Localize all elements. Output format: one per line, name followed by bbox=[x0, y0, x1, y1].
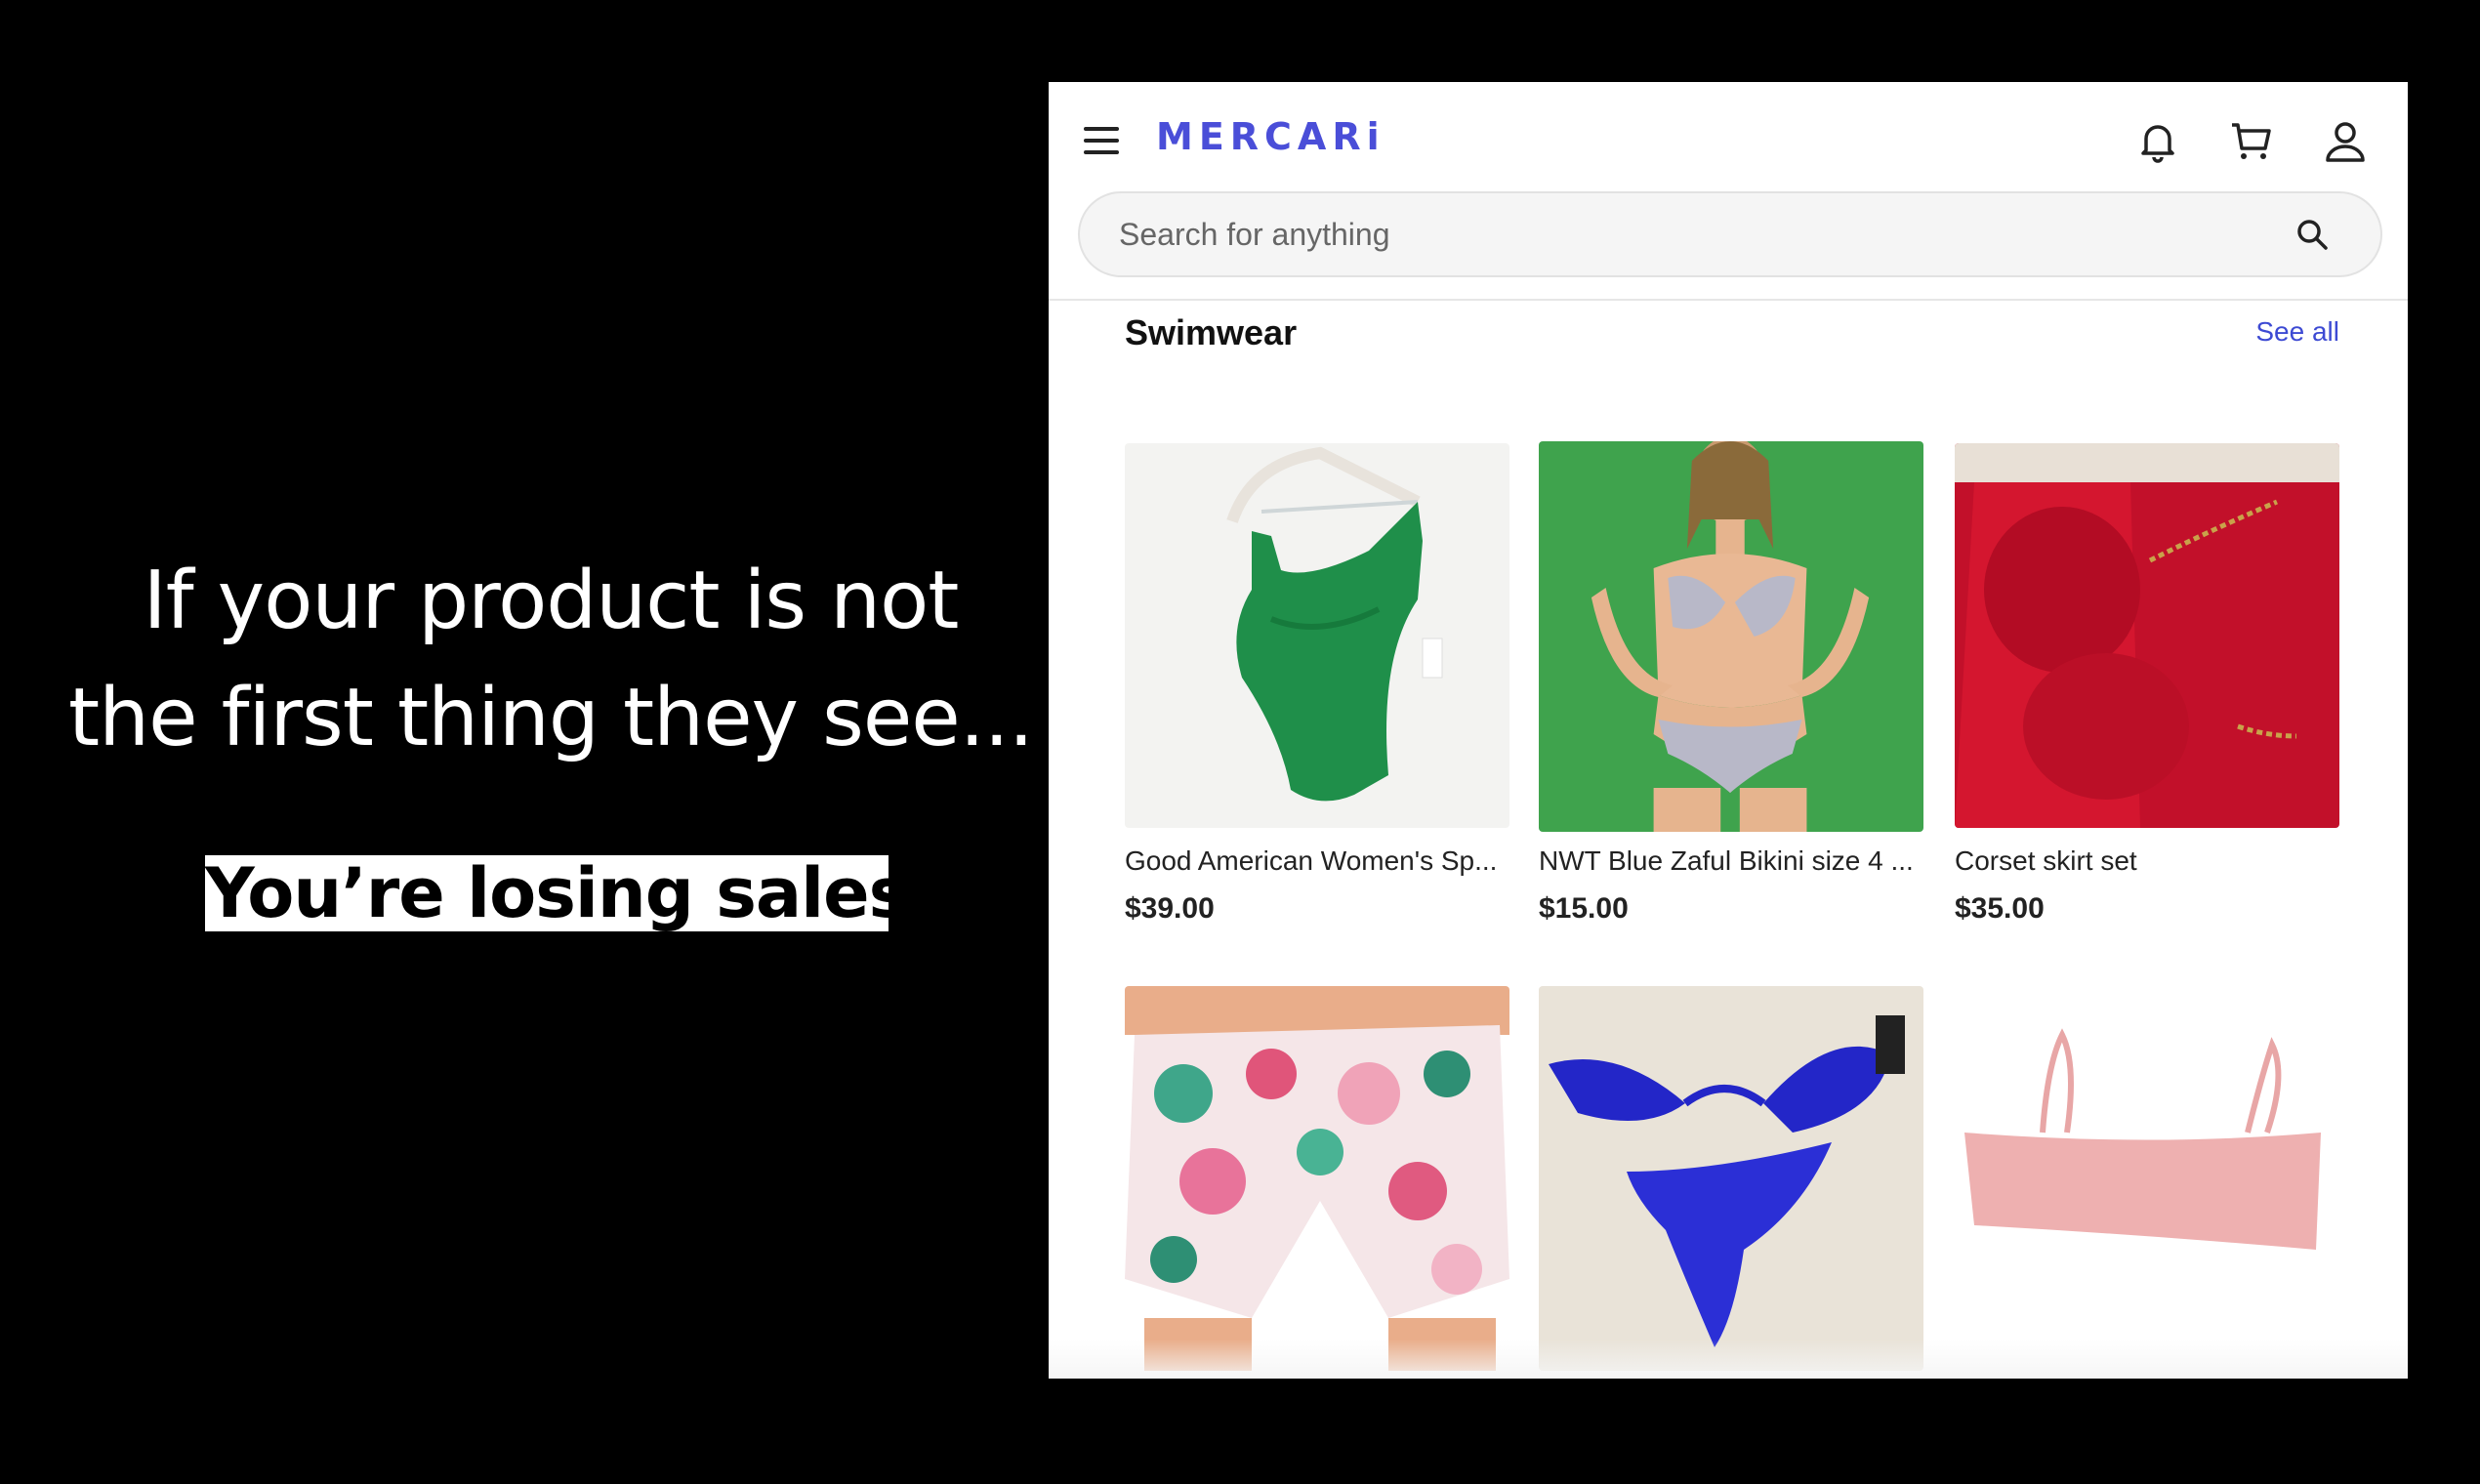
app-header: MERCARi bbox=[1049, 82, 2408, 301]
cart-icon[interactable] bbox=[2226, 115, 2277, 166]
search-input[interactable] bbox=[1119, 193, 2271, 275]
promo-panel: If your product is not the first thing t… bbox=[0, 0, 1049, 1484]
bottom-fade bbox=[1049, 1340, 2408, 1379]
bell-icon[interactable] bbox=[2132, 115, 2183, 166]
search-icon[interactable] bbox=[2294, 217, 2330, 252]
product-title[interactable]: Corset skirt set bbox=[1955, 845, 2339, 877]
product-image[interactable] bbox=[1125, 443, 1509, 828]
product-title[interactable]: NWT Blue Zaful Bikini size 4 ... bbox=[1539, 845, 1923, 877]
promo-line-1: If your product is not bbox=[143, 555, 960, 647]
product-image[interactable] bbox=[1539, 986, 1923, 1371]
product-image[interactable] bbox=[1955, 986, 2339, 1371]
product-image[interactable] bbox=[1539, 441, 1923, 832]
section-title: Swimwear bbox=[1125, 312, 1298, 352]
user-icon[interactable] bbox=[2320, 115, 2371, 166]
product-price: $35.00 bbox=[1955, 892, 2045, 925]
product-image[interactable] bbox=[1125, 986, 1509, 1371]
product-title[interactable]: Good American Women's Sp... bbox=[1125, 845, 1509, 877]
promo-line-2: the first thing they see... bbox=[68, 672, 1034, 764]
promo-highlight: You’re losing sales. bbox=[205, 853, 934, 933]
product-price: $39.00 bbox=[1125, 892, 1215, 925]
product-price: $15.00 bbox=[1539, 892, 1629, 925]
search-bar bbox=[1078, 191, 2382, 277]
see-all-link[interactable]: See all bbox=[2255, 316, 2339, 348]
mercari-logo[interactable]: MERCARi bbox=[1156, 115, 1385, 158]
product-image[interactable] bbox=[1955, 443, 2339, 828]
mercari-app-screen: MERCARi Swimwear See all bbox=[1049, 82, 2408, 1379]
menu-icon[interactable] bbox=[1082, 121, 1121, 160]
